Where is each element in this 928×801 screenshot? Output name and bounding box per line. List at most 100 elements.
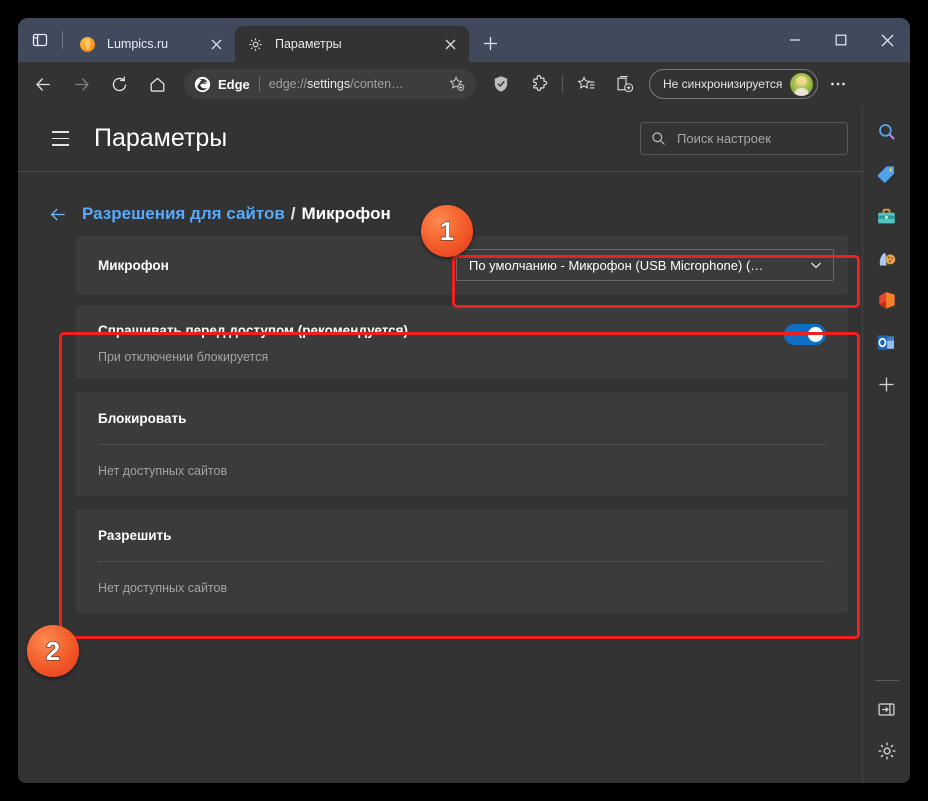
sidebar-item-shopping[interactable] [869,156,905,192]
tab-close-button[interactable] [439,33,461,55]
collapse-panel-icon [878,702,895,716]
microphone-select[interactable]: По умолчанию - Микрофон (USB Microphone)… [456,249,834,281]
browser-toolbar: Edge edge://settings/conten… Не синхрони… [18,62,910,106]
favorites-button[interactable] [570,68,602,100]
breadcrumb-parent-link[interactable]: Разрешения для сайтов [82,204,285,224]
collections-icon [616,75,633,92]
omnibox-divider [258,76,260,92]
shield-icon [494,76,508,92]
add-icon [879,377,894,391]
plus-icon [483,36,497,50]
hamburger-menu-icon[interactable] [44,123,76,155]
sidebar-item-outlook[interactable] [869,324,905,360]
sidebar-divider [874,680,899,681]
chevron-down-icon [811,262,821,269]
annotation-badge-2: 2 [27,625,79,677]
search-input[interactable]: Поиск настроек [640,122,848,155]
toggle-knob [808,327,823,342]
profile-button[interactable]: Не синхронизируется [649,69,819,99]
close-icon [211,39,221,49]
tab-strip-divider [62,31,63,49]
sidebar-collapse-button[interactable] [869,691,905,727]
search-icon [878,124,895,140]
tools-briefcase-icon [878,208,895,223]
tab-title: Lumpics.ru [107,37,169,51]
allow-section-title: Разрешить [98,527,172,543]
page-title: Параметры [94,124,228,152]
settings-gear-icon [878,742,895,760]
breadcrumb-separator: / [290,204,296,223]
block-empty-text: Нет доступных сайтов [98,463,228,478]
omnibox-brand: Edge [218,76,250,92]
extensions-button[interactable] [523,68,555,100]
search-icon [652,132,665,145]
back-button[interactable] [27,68,59,100]
sidebar-item-search[interactable] [869,114,905,150]
toolbar-divider [562,75,563,93]
orange-circle-icon [79,36,96,53]
collections-button[interactable] [608,68,640,100]
refresh-icon [112,76,126,91]
puzzle-icon [533,75,548,92]
tab-search-icon [32,33,48,47]
minimize-icon [790,39,800,41]
forward-button[interactable] [65,68,97,100]
back-arrow-icon[interactable] [44,200,72,228]
address-bar[interactable]: Edge edge://settings/conten… [184,69,476,99]
home-button[interactable] [141,68,173,100]
microphone-label: Микрофон [98,257,169,273]
title-bar: Lumpics.ru Параметры [18,18,910,62]
tab-lumpics[interactable]: Lumpics.ru [67,26,235,62]
tracking-prevention-button[interactable] [485,68,517,100]
sidebar-item-tools[interactable] [869,198,905,234]
content-area: Параметры Поиск настроек Разрешения для … [18,106,910,783]
search-placeholder: Поиск настроек [677,131,771,146]
forward-icon [74,77,89,91]
tab-search-button[interactable] [18,18,62,62]
edge-sidebar [862,106,910,783]
minimize-button[interactable] [772,18,818,62]
annotation-badge-1: 1 [421,205,473,257]
window-controls [772,18,910,62]
star-add-icon[interactable] [446,73,468,95]
refresh-button[interactable] [103,68,135,100]
ask-before-access-row: Спрашивать перед доступом (рекомендуется… [76,306,848,379]
sidebar-item-office[interactable] [869,282,905,318]
browser-window: Lumpics.ru Параметры Edge edge://setting… [18,18,910,783]
sidebar-item-add[interactable] [869,366,905,402]
favorites-star-list-icon [576,75,594,89]
sidebar-item-games[interactable] [869,240,905,276]
user-avatar [790,72,814,96]
ask-before-access-card: Спрашивать перед доступом (рекомендуется… [76,306,848,379]
breadcrumb-current: Микрофон [301,204,391,223]
omnibox-url: edge://settings/conten… [268,77,404,91]
edge-logo-icon [194,76,211,93]
close-icon [445,39,455,49]
gear-icon [247,36,264,53]
tab-title: Параметры [275,37,342,51]
office-icon [878,291,895,309]
microphone-select-value: По умолчанию - Микрофон (USB Microphone)… [469,257,764,273]
back-icon [35,77,50,91]
close-button[interactable] [864,18,910,62]
sidebar-settings-button[interactable] [869,733,905,769]
sync-status-label: Не синхронизируется [663,77,783,91]
maximize-icon [835,34,847,46]
home-icon [150,77,164,92]
settings-header: Параметры Поиск настроек [18,106,862,171]
games-icon [879,252,896,265]
close-icon [881,34,893,46]
maximize-button[interactable] [818,18,864,62]
new-tab-button[interactable] [475,28,505,58]
allow-section-card: Разрешить Нет доступных сайтов [76,509,848,613]
ask-before-access-subtitle: При отключении блокируется [98,350,269,364]
block-section-title: Блокировать [98,410,187,426]
settings-cards: Микрофон По умолчанию - Микрофон (USB Mi… [18,226,862,613]
block-section-card: Блокировать Нет доступных сайтов [76,392,848,496]
allow-empty-text: Нет доступных сайтов [98,580,228,595]
more-button[interactable] [822,68,854,100]
ask-before-access-toggle[interactable] [784,324,826,345]
tab-parameters[interactable]: Параметры [235,26,469,62]
shopping-tag-icon [877,165,894,183]
tab-close-button[interactable] [205,33,227,55]
